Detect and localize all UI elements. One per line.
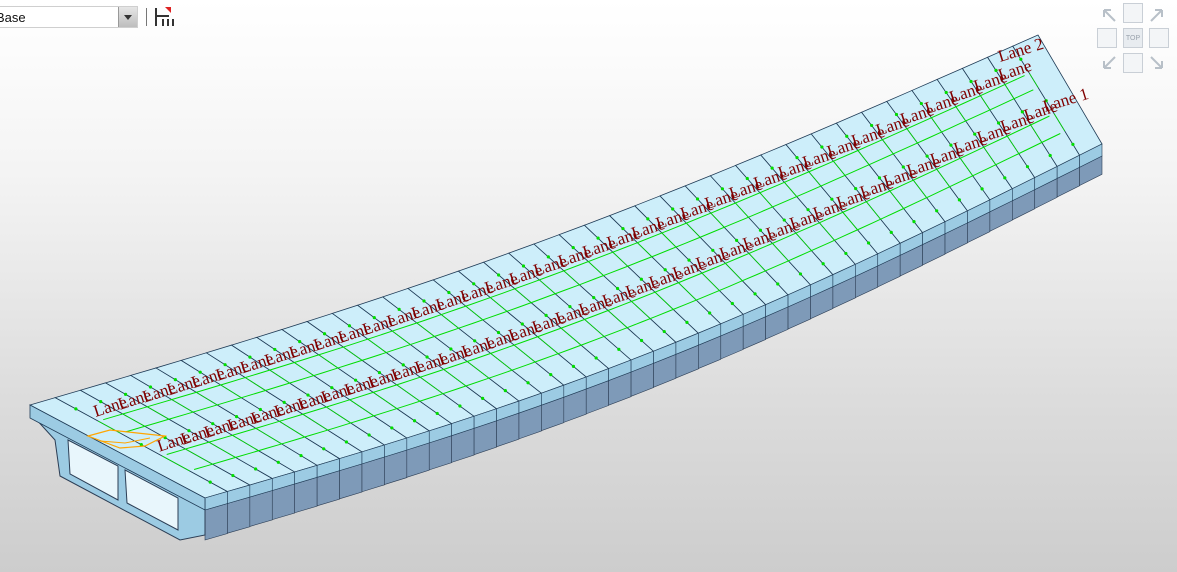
lane-dot bbox=[639, 338, 644, 343]
lane-dot bbox=[458, 404, 462, 408]
lane-dot bbox=[74, 407, 78, 411]
lane-dot bbox=[912, 220, 916, 224]
lane-dot bbox=[708, 311, 712, 315]
model-viewport[interactable]: Lane 2 Lane 1 LaneLaneLaneLaneLaneLaneLa… bbox=[0, 0, 1177, 572]
lane-dot bbox=[866, 241, 871, 245]
lane-dot bbox=[980, 187, 984, 191]
lane-dot bbox=[299, 453, 303, 458]
lane-dot bbox=[1003, 176, 1007, 180]
lane-dot bbox=[367, 433, 371, 437]
lane-dot bbox=[662, 329, 666, 334]
lane-dot bbox=[571, 364, 576, 368]
lane-dot bbox=[503, 389, 507, 393]
lane-dot bbox=[481, 396, 485, 400]
lane-dot bbox=[798, 272, 803, 276]
lane-dot bbox=[730, 301, 734, 306]
lane-dot bbox=[254, 467, 258, 471]
lane-dot bbox=[617, 347, 621, 351]
lane-dot bbox=[526, 381, 530, 385]
lane-dot bbox=[844, 251, 848, 256]
lane-dot bbox=[594, 356, 598, 360]
lane-dot bbox=[208, 480, 212, 484]
lane-dot bbox=[776, 282, 780, 286]
lane-dot bbox=[276, 460, 280, 464]
lane-dot bbox=[1071, 142, 1075, 146]
lane-dot bbox=[935, 209, 939, 213]
lane-dot bbox=[1048, 153, 1052, 158]
lane-dot bbox=[1025, 165, 1030, 169]
lane-dot bbox=[821, 262, 825, 266]
lane-dot bbox=[753, 292, 757, 296]
lane-dot bbox=[685, 320, 689, 324]
lane-dot bbox=[344, 440, 349, 444]
lane-dot bbox=[435, 411, 439, 416]
lane-dot bbox=[322, 447, 326, 451]
lane-dot bbox=[957, 198, 961, 202]
lane-dot bbox=[549, 373, 553, 377]
lane-dot bbox=[231, 473, 235, 478]
lane-dot bbox=[412, 419, 417, 423]
lane-dot bbox=[889, 230, 893, 234]
lane-dot bbox=[390, 426, 394, 430]
